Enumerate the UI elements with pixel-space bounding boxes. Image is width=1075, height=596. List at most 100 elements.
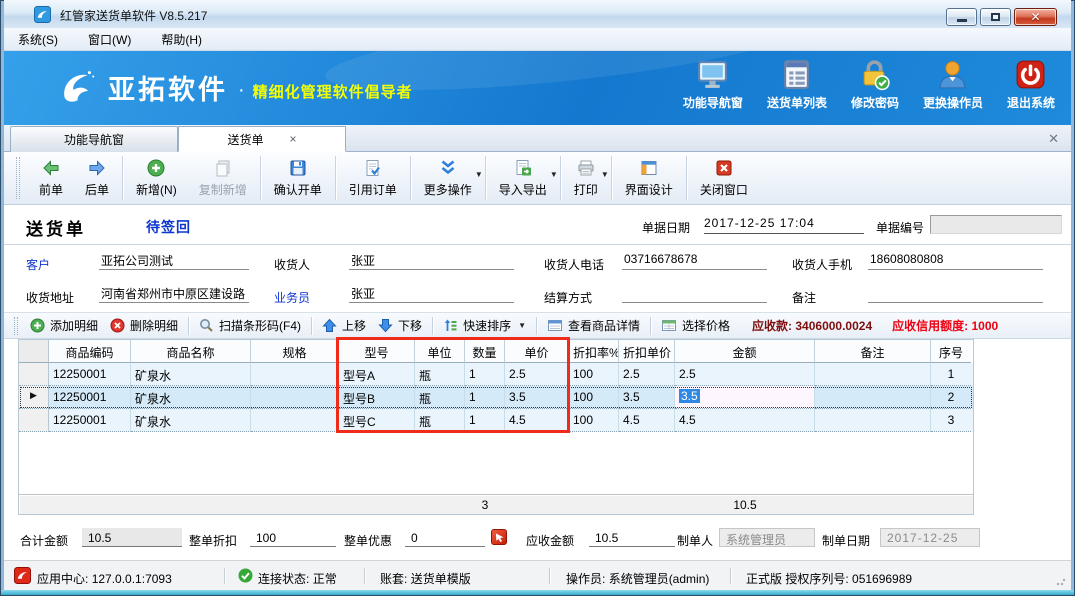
customer-field[interactable]: 亚拓公司测试 <box>99 252 249 270</box>
add-row-button[interactable]: 添加明细 <box>24 317 104 334</box>
cell-product-name[interactable]: 矿泉水 <box>131 363 251 386</box>
cell-discount-price[interactable]: 4.5 <box>619 409 675 432</box>
print-button[interactable]: 打印 ▼ <box>563 154 609 202</box>
quick-set-button[interactable] <box>491 529 507 545</box>
cell-product-code[interactable]: 12250001 <box>49 386 131 409</box>
cell-product-name[interactable]: 矿泉水 <box>131 386 251 409</box>
cell-spec[interactable] <box>251 409 339 432</box>
doc-date-field[interactable]: 2017-12-25 17:04 <box>704 216 864 234</box>
salesman-field[interactable]: 张亚 <box>349 285 514 303</box>
prev-doc-button[interactable]: 前单 <box>28 154 74 202</box>
cell-discount-rate[interactable]: 100 <box>569 363 619 386</box>
cell-discount-rate[interactable]: 100 <box>569 409 619 432</box>
column-header[interactable]: 商品编码 <box>49 340 131 363</box>
cell-price[interactable]: 3.5 <box>505 386 569 409</box>
cell-remark[interactable] <box>815 363 931 386</box>
cell-unit[interactable]: 瓶 <box>415 409 465 432</box>
column-header[interactable]: 折扣率% <box>569 340 619 363</box>
cell-qty[interactable]: 1 <box>465 363 505 386</box>
cell-model[interactable]: 型号C <box>339 409 415 432</box>
cell-qty[interactable]: 1 <box>465 386 505 409</box>
tabstrip-close-icon[interactable]: ✕ <box>1048 131 1059 147</box>
cell-price[interactable]: 2.5 <box>505 363 569 386</box>
column-header[interactable]: 备注 <box>815 340 931 363</box>
menu-system[interactable]: 系统(S) <box>18 31 58 48</box>
column-header[interactable]: 商品名称 <box>131 340 251 363</box>
cell-amount-editing[interactable]: 3.5 <box>675 386 815 409</box>
column-header[interactable]: 单价 <box>505 340 569 363</box>
doc-number-field[interactable] <box>930 215 1062 234</box>
column-header[interactable]: 规格 <box>251 340 339 363</box>
quick-sort-button[interactable]: 快速排序 ▼ <box>437 317 532 334</box>
column-header[interactable]: 序号 <box>931 340 971 363</box>
column-header[interactable]: 单位 <box>415 340 465 363</box>
column-header[interactable]: 型号 <box>339 340 415 363</box>
tab-delivery-note[interactable]: 送货单 × <box>178 126 346 152</box>
dropdown-arrow-icon[interactable]: ▼ <box>550 170 558 179</box>
column-header[interactable]: 数量 <box>465 340 505 363</box>
dropdown-arrow-icon[interactable]: ▼ <box>601 170 609 179</box>
nav-change-password[interactable]: 修改密码 <box>851 58 899 111</box>
cell-seq[interactable]: 1 <box>931 363 971 386</box>
nav-delivery-list[interactable]: 送货单列表 <box>767 58 827 111</box>
quote-order-button[interactable]: 引用订单 <box>338 154 408 202</box>
cell-discount-price[interactable]: 2.5 <box>619 363 675 386</box>
remark-field[interactable] <box>868 285 1043 303</box>
delete-row-button[interactable]: 删除明细 <box>104 317 184 334</box>
ui-design-button[interactable]: 界面设计 <box>614 154 684 202</box>
view-product-detail-button[interactable]: 查看商品详情 <box>541 317 646 334</box>
cell-model[interactable]: 型号A <box>339 363 415 386</box>
cell-seq[interactable]: 3 <box>931 409 971 432</box>
more-actions-button[interactable]: 更多操作 ▼ <box>413 154 483 202</box>
cell-product-name[interactable]: 矿泉水 <box>131 409 251 432</box>
cell-discount-price[interactable]: 3.5 <box>619 386 675 409</box>
cell-amount[interactable]: 4.5 <box>675 409 815 432</box>
cell-seq[interactable]: 2 <box>931 386 971 409</box>
cell-spec[interactable] <box>251 386 339 409</box>
order-preferential-field[interactable]: 0 <box>405 528 485 547</box>
maximize-button[interactable] <box>980 8 1011 26</box>
nav-exit-system[interactable]: 退出系统 <box>1007 58 1055 111</box>
address-field[interactable]: 河南省郑州市中原区建设路 <box>99 285 249 303</box>
cell-amount[interactable]: 2.5 <box>675 363 815 386</box>
cell-spec[interactable] <box>251 363 339 386</box>
nav-function-navigator[interactable]: 功能导航窗 <box>683 58 743 111</box>
menu-help[interactable]: 帮助(H) <box>161 31 202 48</box>
import-export-button[interactable]: 导入导出 ▼ <box>488 154 558 202</box>
receivable-amount-field[interactable]: 10.5 <box>589 528 675 547</box>
select-price-button[interactable]: 选择价格 <box>655 317 736 334</box>
next-doc-button[interactable]: 后单 <box>74 154 120 202</box>
confirm-button[interactable]: 确认开单 <box>263 154 333 202</box>
cell-model[interactable]: 型号B <box>339 386 415 409</box>
close-button[interactable]: ✕ <box>1014 8 1057 26</box>
move-up-button[interactable]: 上移 <box>316 317 372 334</box>
table-row-selected[interactable]: ▶ 12250001 矿泉水 型号B 瓶 1 3.5 100 3.5 3.5 2 <box>19 386 973 409</box>
receiver-field[interactable]: 张亚 <box>349 252 514 270</box>
phone-field[interactable]: 03716678678 <box>622 252 767 270</box>
resize-grip[interactable] <box>1056 576 1066 586</box>
cell-unit[interactable]: 瓶 <box>415 363 465 386</box>
move-down-button[interactable]: 下移 <box>372 317 428 334</box>
order-discount-field[interactable]: 100 <box>250 528 336 547</box>
dropdown-arrow-icon[interactable]: ▼ <box>518 321 526 330</box>
settlement-field[interactable] <box>622 285 767 303</box>
minimize-button[interactable] <box>946 8 977 26</box>
scan-barcode-button[interactable]: 扫描条形码(F4) <box>193 317 307 334</box>
cell-product-code[interactable]: 12250001 <box>49 363 131 386</box>
cell-remark[interactable] <box>815 386 931 409</box>
cell-unit[interactable]: 瓶 <box>415 386 465 409</box>
column-header[interactable]: 金额 <box>675 340 815 363</box>
table-row[interactable]: 12250001 矿泉水 型号C 瓶 1 4.5 100 4.5 4.5 3 <box>19 409 973 432</box>
cell-qty[interactable]: 1 <box>465 409 505 432</box>
table-row[interactable]: 12250001 矿泉水 型号A 瓶 1 2.5 100 2.5 2.5 1 <box>19 363 973 386</box>
cell-remark[interactable] <box>815 409 931 432</box>
close-window-button[interactable]: 关闭窗口 <box>689 154 759 202</box>
cell-discount-rate[interactable]: 100 <box>569 386 619 409</box>
tab-close-icon[interactable]: × <box>290 132 297 146</box>
column-header[interactable]: 折扣单价 <box>619 340 675 363</box>
new-button[interactable]: 新增(N) <box>125 154 188 202</box>
dropdown-arrow-icon[interactable]: ▼ <box>475 170 483 179</box>
cell-price[interactable]: 4.5 <box>505 409 569 432</box>
total-amount-field[interactable]: 10.5 <box>82 528 182 547</box>
mobile-field[interactable]: 18608080808 <box>868 252 1043 270</box>
